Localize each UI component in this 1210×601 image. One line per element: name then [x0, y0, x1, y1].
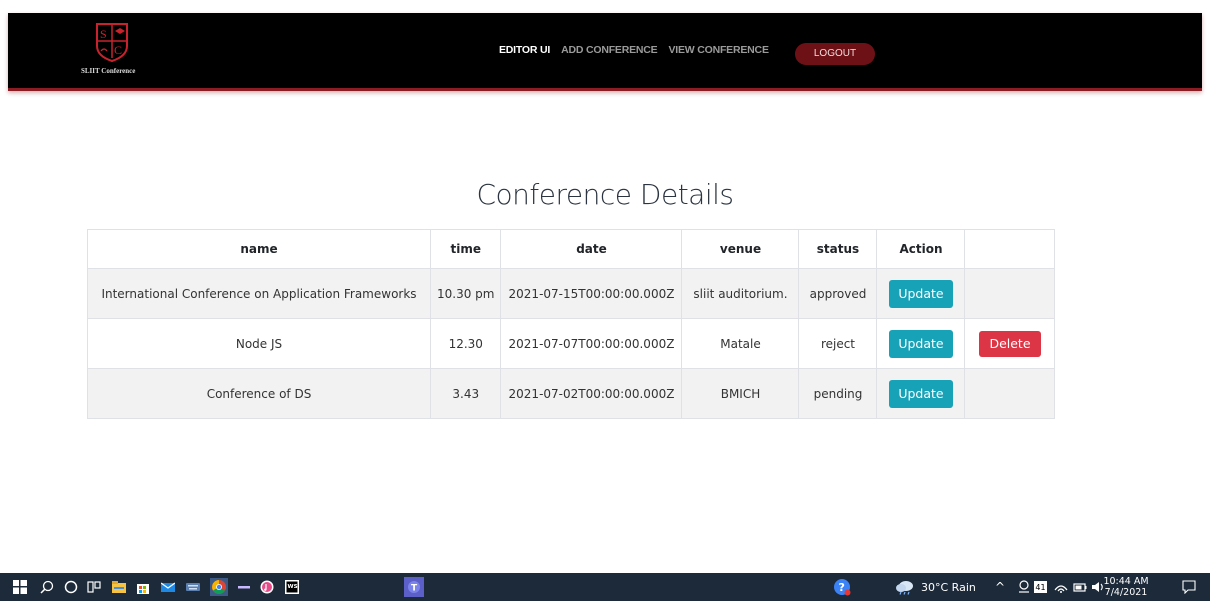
- windows-taskbar: WS T ? 30°C Rain ^ 41 10:44 AM 7/4/2021: [0, 573, 1210, 601]
- weather-cloud-icon: [896, 581, 913, 595]
- logout-button[interactable]: LOGOUT: [795, 43, 875, 65]
- svg-text:T: T: [411, 584, 418, 594]
- cell-venue: BMICH: [681, 368, 800, 419]
- cell-date: 2021-07-02T00:00:00.000Z: [500, 368, 683, 419]
- clock-date: 7/4/2021: [1104, 587, 1148, 598]
- cell-action: Update: [876, 268, 966, 319]
- column-header-name: name: [87, 229, 431, 269]
- column-header-time: time: [429, 229, 502, 269]
- brand-name: SLIIT Conference: [81, 67, 136, 75]
- conference-table: name time date venue status Action Inter…: [87, 229, 1056, 419]
- table-row: International Conference on Application …: [87, 268, 1056, 319]
- column-header-date: date: [500, 229, 683, 269]
- battery-icon[interactable]: [1073, 580, 1087, 594]
- keyboard-icon[interactable]: [186, 580, 200, 594]
- navbar: S C SLIIT Conference EDITOR UI ADD CONFE…: [8, 13, 1202, 91]
- nav-view-conference[interactable]: VIEW CONFERENCE: [668, 44, 768, 56]
- cell-time: 12.30: [429, 318, 502, 369]
- column-header-extra: [964, 229, 1056, 269]
- cell-delete: [964, 268, 1056, 319]
- windows-start-icon[interactable]: [13, 580, 27, 594]
- help-icon[interactable]: ?: [833, 578, 851, 596]
- app-icon[interactable]: [237, 580, 251, 594]
- main-nav: EDITOR UI ADD CONFERENCE VIEW CONFERENCE: [499, 44, 780, 56]
- logo-letter-s: S: [100, 27, 107, 41]
- cell-date: 2021-07-07T00:00:00.000Z: [500, 318, 683, 369]
- update-button[interactable]: Update: [888, 329, 953, 358]
- cell-venue: sliit auditorium.: [681, 268, 800, 319]
- cortana-icon[interactable]: [64, 580, 78, 594]
- table-row: Node JS 12.30 2021-07-07T00:00:00.000Z M…: [87, 318, 1056, 369]
- meet-now-icon[interactable]: [1017, 580, 1031, 594]
- cell-name: Node JS: [87, 318, 431, 369]
- svg-text:?: ?: [839, 581, 845, 594]
- cell-venue: Matale: [681, 318, 800, 369]
- cell-status: pending: [798, 368, 878, 419]
- logo-letter-c: C: [114, 43, 122, 57]
- itunes-icon[interactable]: [260, 580, 274, 594]
- update-button[interactable]: Update: [888, 379, 953, 408]
- task-view-icon[interactable]: [87, 580, 101, 594]
- action-center-icon[interactable]: [1182, 580, 1196, 594]
- weather-text[interactable]: 30°C Rain: [921, 573, 976, 601]
- page-title: Conference Details: [476, 178, 734, 211]
- mail-icon[interactable]: [161, 580, 175, 594]
- cell-action: Update: [876, 318, 966, 369]
- logo[interactable]: S C SLIIT Conference: [81, 22, 151, 82]
- table-header-row: name time date venue status Action: [87, 229, 1056, 269]
- teams-icon[interactable]: T: [404, 577, 424, 597]
- update-button[interactable]: Update: [888, 279, 953, 308]
- logo-shield-icon: S C: [96, 23, 128, 62]
- cell-delete: Delete: [964, 318, 1056, 369]
- notification-badge[interactable]: 41: [1034, 581, 1047, 593]
- store-icon[interactable]: [136, 580, 150, 594]
- clock[interactable]: 10:44 AM 7/4/2021: [1096, 576, 1156, 598]
- cell-name: International Conference on Application …: [87, 268, 431, 319]
- column-header-action: Action: [876, 229, 966, 269]
- wifi-icon[interactable]: [1054, 580, 1068, 594]
- top-gap: [0, 0, 1210, 13]
- cell-delete: [964, 368, 1056, 419]
- column-header-status: status: [798, 229, 878, 269]
- nav-add-conference[interactable]: ADD CONFERENCE: [561, 44, 658, 56]
- svg-text:WS: WS: [288, 584, 298, 590]
- cell-name: Conference of DS: [87, 368, 431, 419]
- file-explorer-icon[interactable]: [112, 580, 126, 594]
- cell-time: 3.43: [429, 368, 502, 419]
- table-row: Conference of DS 3.43 2021-07-02T00:00:0…: [87, 368, 1056, 419]
- cell-date: 2021-07-15T00:00:00.000Z: [500, 268, 683, 319]
- cell-time: 10.30 pm: [429, 268, 502, 319]
- chevron-up-icon[interactable]: ^: [995, 573, 1005, 601]
- search-icon[interactable]: [40, 580, 54, 594]
- webstorm-icon[interactable]: WS: [285, 580, 299, 594]
- cell-action: Update: [876, 368, 966, 419]
- chrome-icon[interactable]: [210, 578, 228, 596]
- nav-editor-ui[interactable]: EDITOR UI: [499, 44, 550, 56]
- delete-button[interactable]: Delete: [978, 330, 1041, 357]
- column-header-venue: venue: [681, 229, 800, 269]
- clock-time: 10:44 AM: [1103, 576, 1149, 587]
- cell-status: reject: [798, 318, 878, 369]
- cell-status: approved: [798, 268, 878, 319]
